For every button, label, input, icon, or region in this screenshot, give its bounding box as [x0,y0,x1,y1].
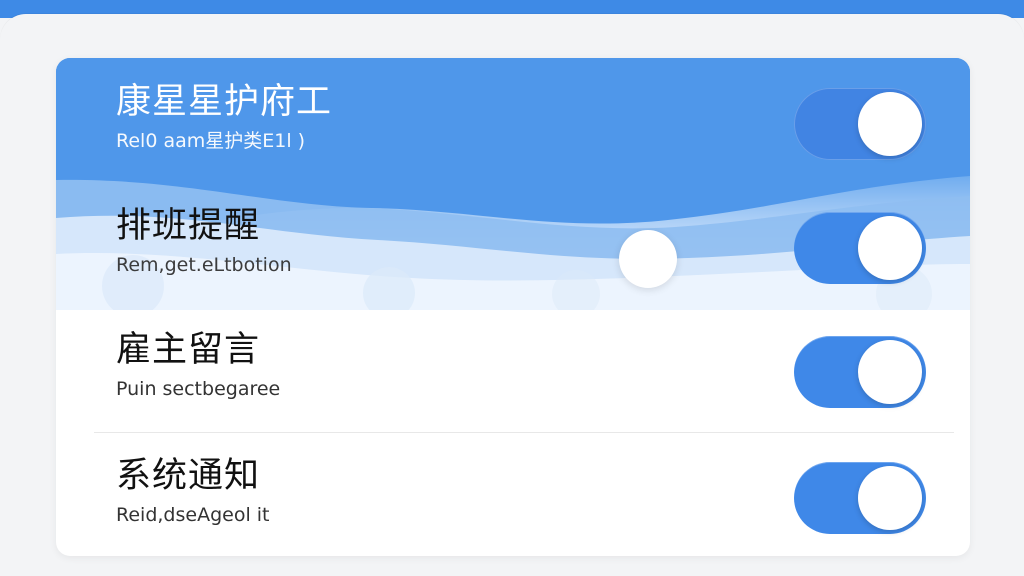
setting-toggle-1-knob [858,216,922,280]
settings-card: 康星星护府工 Rel0 aam星护类E1l ) 排班提醒 Rem,get.eLt… [56,58,970,556]
setting-subtitle-0: Rel0 aam星护类E1l ) [116,130,306,152]
setting-subtitle-1: Rem,get.eLtbotion [116,254,292,276]
setting-title-2: 雇主留言 [116,330,261,370]
setting-toggle-0-knob [858,92,922,156]
setting-toggle-1[interactable] [794,212,926,284]
setting-row-2[interactable]: 雇主留言 Puin sectbegaree [56,306,970,430]
setting-title-3: 系统通知 [116,456,261,496]
setting-toggle-3-knob [858,466,922,530]
card-bottom-spacing [56,555,970,556]
setting-row-3[interactable]: 系统通知 Reid,dseAgeol it [56,432,970,556]
setting-title-1: 排班提醒 [116,206,261,246]
setting-subtitle-3: Reid,dseAgeol it [116,504,270,526]
setting-toggle-2-knob [858,340,922,404]
setting-toggle-0[interactable] [794,88,926,160]
setting-toggle-2[interactable] [794,336,926,408]
setting-title-0: 康星星护府工 [116,82,333,122]
setting-row-1[interactable]: 排班提醒 Rem,get.eLtbotion [56,182,970,306]
setting-toggle-3[interactable] [794,462,926,534]
setting-subtitle-2: Puin sectbegaree [116,378,281,400]
setting-row-0[interactable]: 康星星护府工 Rel0 aam星护类E1l ) [56,58,970,182]
